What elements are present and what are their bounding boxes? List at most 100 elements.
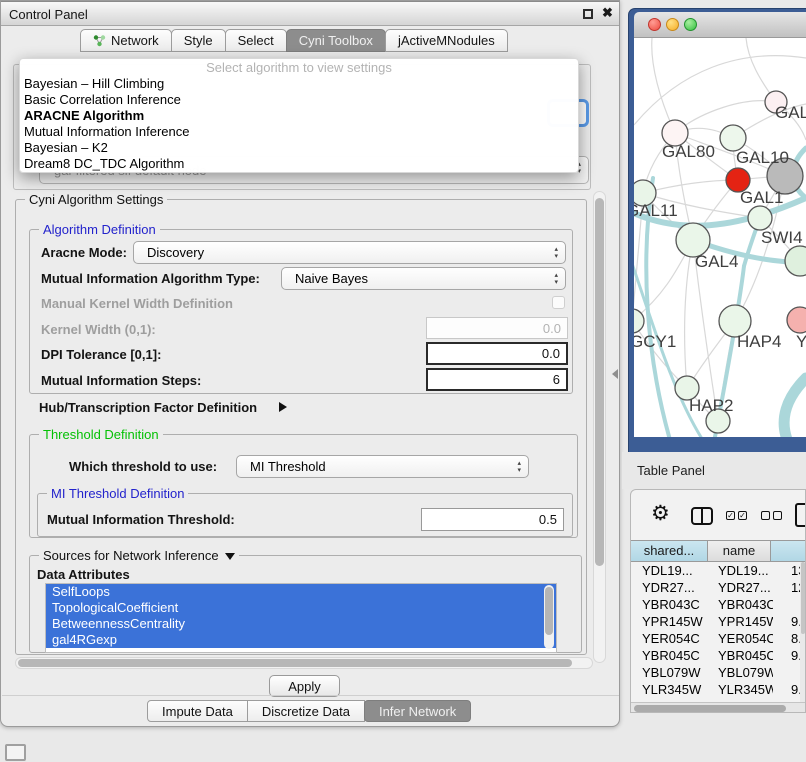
settings-group-title: Cyni Algorithm Settings — [25, 192, 167, 207]
attribute-item-gal4rgexp[interactable]: gal4RGexp — [46, 632, 556, 648]
manual-kernel-checkbox[interactable] — [552, 296, 565, 309]
attribute-item-selfloops[interactable]: SelfLoops — [46, 584, 556, 600]
node-label-gal: GAL — [775, 103, 806, 122]
node-label-gcy1: GCY1 — [634, 332, 676, 351]
tab-impute-data[interactable]: Impute Data — [147, 700, 248, 722]
table-row[interactable]: YBR043CYBR043C — [632, 596, 806, 613]
table-cell: YDR27... — [632, 579, 709, 596]
dpi-tolerance-field[interactable]: 0.0 — [426, 342, 568, 365]
attribute-item-topologicalcoefficient[interactable]: TopologicalCoefficient — [46, 600, 556, 616]
tab-cyni-toolbox[interactable]: Cyni Toolbox — [286, 29, 386, 52]
scrollbar-thumb[interactable] — [595, 198, 604, 566]
mi-threshold-field[interactable]: 0.5 — [421, 508, 564, 531]
node-label-gal10: GAL10 — [736, 148, 789, 167]
tab-jactivemnodules[interactable]: jActiveMNodules — [385, 29, 508, 52]
scrollbar-thumb[interactable] — [545, 587, 553, 635]
checked-pair-icon[interactable]: ✓✓ — [726, 511, 747, 520]
algorithm-definition-title: Algorithm Definition — [39, 222, 160, 237]
scrollbar-thumb[interactable] — [634, 705, 786, 712]
scrollbar-thumb[interactable] — [801, 562, 805, 634]
table-vertical-scrollbar[interactable] — [800, 562, 806, 702]
mi-type-combo[interactable]: Naive Bayes ▴▾ — [281, 267, 566, 290]
algorithm-dropdown-popup: Select algorithm to view settings Bayesi… — [19, 58, 579, 173]
node-label-gal80: GAL80 — [662, 142, 715, 161]
collapsed-panel-widget[interactable] — [5, 744, 26, 761]
popup-placeholder: Select algorithm to view settings — [20, 61, 578, 76]
node-label-swi4: SWI4 — [761, 228, 803, 247]
table-horizontal-scrollbar[interactable] — [631, 702, 805, 713]
dpi-tolerance-value: 0.0 — [542, 346, 560, 361]
table-row[interactable]: YDL19...YDL19...13 — [632, 562, 806, 579]
table-cell: YBR045C — [709, 647, 773, 664]
zoom-traffic-light-icon[interactable] — [684, 18, 697, 31]
mi-steps-value: 6 — [553, 372, 560, 387]
table-cell: YDR27... — [709, 579, 773, 596]
stepper-arrows-icon: ▴▾ — [517, 460, 521, 474]
scrollbar-thumb[interactable] — [18, 659, 572, 667]
algorithm-option-dream8-dc-tdc-algorithm[interactable]: Dream8 DC_TDC Algorithm — [20, 156, 578, 172]
tab-discretize-data[interactable]: Discretize Data — [247, 700, 365, 722]
node-label-hap4: HAP4 — [737, 332, 781, 351]
aracne-mode-combo[interactable]: Discovery ▴▾ — [133, 241, 566, 264]
expand-right-icon[interactable] — [279, 402, 287, 412]
tab-label: Style — [184, 33, 213, 48]
tab-network[interactable]: Network — [80, 29, 172, 52]
algorithm-option-bayesian-k2[interactable]: Bayesian – K2 — [20, 140, 578, 156]
table-cell: YBR043C — [632, 596, 709, 613]
close-traffic-light-icon[interactable] — [648, 18, 661, 31]
footer-divider — [2, 695, 619, 696]
table-rows: YDL19...YDL19...13YDR27...YDR27...12YBR0… — [632, 562, 806, 702]
data-attributes-list[interactable]: SelfLoopsTopologicalCoefficientBetweenne… — [45, 583, 557, 653]
close-icon[interactable]: ✖ — [602, 5, 613, 21]
tab-select[interactable]: Select — [225, 29, 287, 52]
tab-style[interactable]: Style — [171, 29, 226, 52]
table-row[interactable]: YER054CYER054C8. — [632, 630, 806, 647]
apply-button[interactable]: Apply — [269, 675, 340, 697]
collapse-down-icon[interactable] — [225, 553, 235, 560]
table-row[interactable]: YDR27...YDR27...12 — [632, 579, 806, 596]
stepper-arrows-icon: ▴▾ — [554, 246, 558, 260]
data-attributes-label: Data Attributes — [37, 567, 130, 582]
panel-title: Control Panel — [9, 7, 88, 22]
attributes-scrollbar[interactable] — [544, 585, 554, 649]
mi-steps-label: Mutual Information Steps: — [41, 373, 201, 388]
table-header-row: shared...name — [631, 540, 806, 562]
algorithm-option-mutual-information-inference[interactable]: Mutual Information Inference — [20, 124, 578, 140]
stepper-arrows-icon: ▴▾ — [554, 272, 558, 286]
table-row[interactable]: YPR145WYPR145W9. — [632, 613, 806, 630]
column-header-shared[interactable]: shared... — [630, 540, 708, 562]
node-label-gal11: GAL11 — [634, 201, 678, 220]
split-columns-icon[interactable] — [691, 507, 713, 525]
minimize-traffic-light-icon[interactable] — [666, 18, 679, 31]
algorithm-option-bayesian-hill-climbing[interactable]: Bayesian – Hill Climbing — [20, 76, 578, 92]
mi-type-label: Mutual Information Algorithm Type: — [41, 271, 260, 286]
table-row[interactable]: YBR045CYBR045C9. — [632, 647, 806, 664]
document-icon[interactable] — [795, 503, 806, 527]
column-header-col2[interactable] — [770, 540, 806, 562]
kernel-width-field[interactable]: 0.0 — [426, 317, 568, 339]
mi-threshold-value: 0.5 — [539, 512, 557, 527]
table-row[interactable]: YBL079WYBL079W — [632, 664, 806, 681]
panel-collapse-arrow-icon[interactable] — [612, 369, 618, 379]
settings-horizontal-scrollbar[interactable] — [15, 657, 593, 669]
algorithm-option-aracne-algorithm[interactable]: ARACNE Algorithm — [20, 108, 578, 124]
mi-steps-field[interactable]: 6 — [426, 368, 568, 391]
node-label-gal1: GAL1 — [740, 188, 783, 207]
network-canvas[interactable]: GAL80GAL10GAL1GAL11SWI4GAL4GCY1HAP4YHAP2… — [634, 38, 806, 437]
algorithm-option-basic-correlation-inference[interactable]: Basic Correlation Inference — [20, 92, 578, 108]
float-window-icon[interactable] — [583, 9, 593, 19]
column-header-name[interactable]: name — [707, 540, 771, 562]
aracne-mode-value: Discovery — [147, 245, 204, 260]
mi-threshold-definition-title: MI Threshold Definition — [47, 486, 188, 501]
tab-infer-network[interactable]: Infer Network — [364, 700, 471, 722]
node-unlabeled[interactable] — [785, 246, 806, 276]
node-swi4[interactable] — [748, 206, 772, 230]
node-y[interactable] — [787, 307, 806, 333]
unchecked-pair-icon[interactable] — [761, 511, 782, 520]
gear-icon[interactable]: ⚙ — [651, 501, 670, 525]
which-threshold-combo[interactable]: MI Threshold ▴▾ — [236, 455, 529, 478]
attribute-item-betweennesscentrality[interactable]: BetweennessCentrality — [46, 616, 556, 632]
table-row[interactable]: YLR345WYLR345W9. — [632, 681, 806, 698]
algorithm-option-list: Bayesian – Hill ClimbingBasic Correlatio… — [20, 76, 578, 172]
settings-vertical-scrollbar[interactable] — [593, 191, 606, 663]
